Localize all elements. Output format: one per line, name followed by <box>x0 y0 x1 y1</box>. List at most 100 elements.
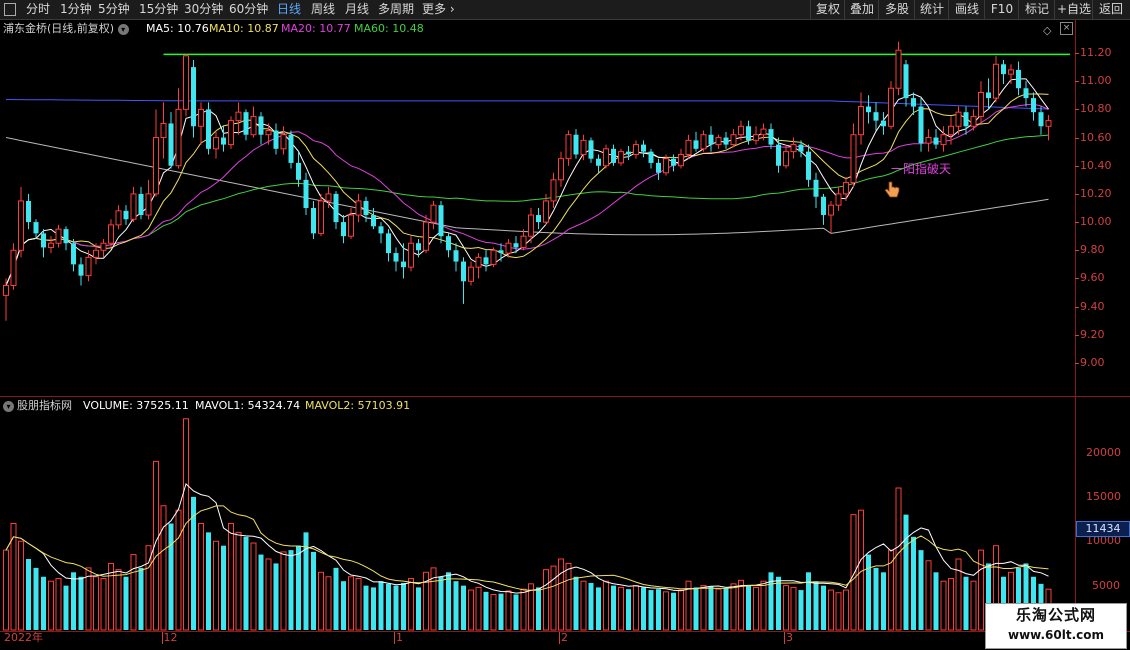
volume-bar <box>588 582 594 630</box>
period-tab[interactable]: 周线 <box>311 0 335 19</box>
candle <box>813 172 819 208</box>
volume-bar <box>806 572 811 630</box>
period-tab[interactable]: 月线 <box>345 0 369 19</box>
period-tab[interactable]: 15分钟 <box>139 0 178 19</box>
period-tab[interactable]: 日线 <box>277 0 301 19</box>
toolbar-button[interactable]: 叠加 <box>844 0 879 19</box>
toolbar-button[interactable]: +自选 <box>1054 0 1093 19</box>
volume-bar <box>386 583 391 630</box>
date-tick: 2 <box>561 631 568 644</box>
volume-bar <box>41 576 46 630</box>
candle-body <box>955 111 962 127</box>
toolbar-button[interactable]: 返回 <box>1092 0 1129 19</box>
toolbar-button[interactable]: 多股 <box>878 0 915 19</box>
toolbar-button[interactable]: 画线 <box>948 0 985 19</box>
candle-body <box>416 243 421 251</box>
candle-body <box>596 158 601 166</box>
toolbar-button[interactable]: 复权 <box>810 0 845 19</box>
candle-body <box>738 125 744 136</box>
candle <box>438 200 444 244</box>
candle-body <box>776 144 781 166</box>
volume-bar <box>341 581 346 630</box>
candle-body <box>228 120 234 146</box>
volume-bar <box>250 542 257 631</box>
candle <box>573 129 579 159</box>
axis-divider <box>1075 20 1076 632</box>
candle-body <box>18 200 24 251</box>
date-tick-mark <box>161 632 163 644</box>
volume-bar <box>475 586 482 631</box>
price-tick: 11.00 <box>1080 74 1112 88</box>
kline-panel[interactable]: 浦东金桥(日线,前复权) ▾ MA5: 10.76 MA10: 10.87 MA… <box>0 20 1075 396</box>
candle <box>108 219 114 248</box>
toolbar-button[interactable]: 标记 <box>1018 0 1055 19</box>
candle <box>78 257 84 286</box>
period-tab[interactable]: 分时 <box>26 0 50 19</box>
candle-body <box>611 148 616 163</box>
candle <box>940 126 947 152</box>
period-toolbar: 分时 1分钟 5分钟 15分钟 30分钟 60分钟 日线 周线 月线 多周期 更多 › 复权 叠加 多股… <box>0 0 1130 20</box>
candle <box>468 261 474 286</box>
candle <box>933 129 939 149</box>
candle-body <box>55 228 62 244</box>
candle-body <box>423 221 429 251</box>
period-tab[interactable]: 60分钟 <box>229 0 268 19</box>
candle <box>250 106 257 138</box>
volume-bar <box>115 569 122 631</box>
volume-chart[interactable] <box>0 397 1075 631</box>
volume-bar <box>611 585 616 630</box>
volume-panel[interactable]: ▾ 股朋指标网 VOLUME: 37525.11 MAVOL1: 54324.74… <box>0 397 1075 631</box>
diamond-icon[interactable]: ◇ <box>1043 24 1051 37</box>
candle-body <box>550 179 557 202</box>
candle <box>453 243 459 272</box>
candle <box>130 186 137 223</box>
period-tab[interactable]: 5分钟 <box>98 0 130 19</box>
candle-body <box>138 193 144 216</box>
volume-bar <box>911 536 916 630</box>
period-tab[interactable]: 多周期 <box>378 0 414 19</box>
candle-body <box>175 108 182 167</box>
candle-body <box>386 233 391 254</box>
kline-chart[interactable] <box>0 20 1075 396</box>
volume-bar <box>970 580 977 631</box>
window-icon[interactable] <box>4 3 16 16</box>
candle-body <box>191 67 196 127</box>
volume-bar <box>416 587 421 630</box>
candle <box>768 123 774 149</box>
candle-body <box>10 249 17 286</box>
more-periods-button[interactable]: 更多 › <box>422 0 455 19</box>
candle-body <box>1045 120 1052 127</box>
candle <box>55 224 62 248</box>
volume-bar <box>288 550 294 630</box>
period-tab[interactable]: 30分钟 <box>184 0 223 19</box>
date-tick: 2022年 <box>4 631 43 644</box>
toolbar-button[interactable]: F10 <box>984 0 1019 19</box>
volume-bar <box>63 585 69 630</box>
ma60-line <box>5 134 1049 286</box>
toolbar-button[interactable]: 统计 <box>914 0 949 19</box>
volume-bar <box>933 572 939 630</box>
price-tick-mark <box>1075 278 1079 280</box>
volume-bar <box>520 588 527 631</box>
candle-body <box>940 134 947 146</box>
candle-body <box>708 134 714 145</box>
candle <box>1001 60 1006 84</box>
candle-body <box>730 134 737 146</box>
candle <box>228 116 234 149</box>
close-icon[interactable]: × <box>1060 22 1073 35</box>
volume-bar <box>828 589 834 631</box>
candle-body <box>250 115 257 136</box>
volume-bar <box>693 587 699 630</box>
candle-body <box>723 137 729 145</box>
volume-bar <box>671 592 676 630</box>
candle-body <box>183 55 189 110</box>
candle <box>168 112 174 169</box>
period-tab[interactable]: 1分钟 <box>60 0 92 19</box>
volume-bar <box>618 586 624 631</box>
candle-body <box>213 137 219 150</box>
candle-body <box>408 242 414 268</box>
candle-body <box>498 250 504 254</box>
volume-bar <box>258 554 264 630</box>
volume-bar <box>393 585 399 630</box>
volume-bar <box>783 585 789 631</box>
